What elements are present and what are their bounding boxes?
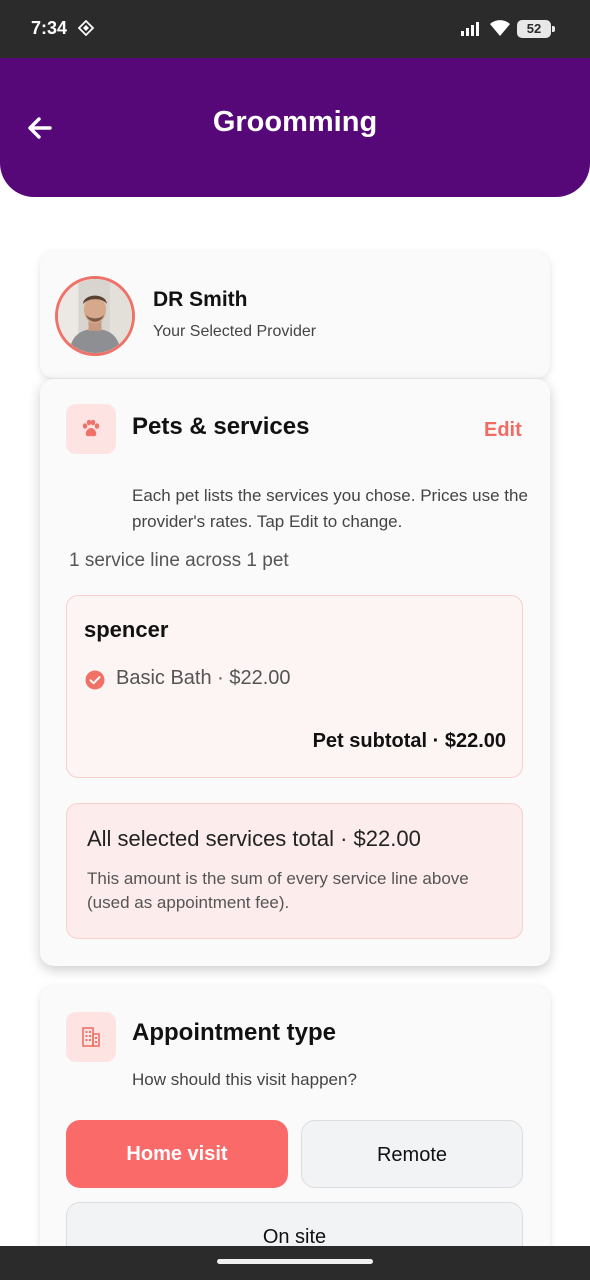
system-nav-bar <box>0 1246 590 1280</box>
page-title: Groomming <box>212 106 378 138</box>
pets-services-title: Pets & services <box>132 413 310 440</box>
home-visit-button[interactable]: Home visit <box>66 1120 288 1188</box>
appointment-type-subtitle: How should this visit happen? <box>132 1070 357 1089</box>
pet-service-box: spencer Basic Bath · $22.00 Pet subtotal… <box>66 595 523 778</box>
avatar <box>55 276 135 356</box>
appointment-icon-tile <box>66 1012 116 1062</box>
pets-services-card: Pets & services Edit Each pet lists the … <box>40 379 550 966</box>
signal-icon <box>461 22 479 36</box>
wifi-icon <box>490 20 510 36</box>
app-header: Groomming <box>0 58 590 197</box>
building-icon <box>82 1027 100 1047</box>
appointment-type-title: Appointment type <box>132 1019 336 1046</box>
services-total-note: This amount is the sum of every service … <box>87 869 469 912</box>
appointment-type-card: Appointment type How should this visit h… <box>40 986 550 1270</box>
pet-subtotal: Pet subtotal · $22.00 <box>312 730 506 752</box>
provider-name: DR Smith <box>153 288 248 311</box>
provider-subtitle: Your Selected Provider <box>153 323 317 340</box>
service-line: Basic Bath · $22.00 <box>116 667 291 689</box>
services-description: Each pet lists the services you chose. P… <box>132 486 528 531</box>
edit-button[interactable]: Edit <box>484 419 522 442</box>
pet-name: spencer <box>84 617 169 642</box>
battery-icon: 52 <box>517 20 555 38</box>
paw-icon <box>82 419 100 437</box>
status-time: 7:34 <box>31 18 68 38</box>
check-circle-icon <box>85 670 105 690</box>
pets-icon-tile <box>66 404 116 454</box>
remote-button[interactable]: Remote <box>301 1120 523 1188</box>
provider-card[interactable]: DR Smith Your Selected Provider <box>40 252 550 378</box>
services-total: All selected services total · $22.00 <box>87 826 421 851</box>
services-total-box: All selected services total · $22.00 Thi… <box>66 803 523 939</box>
provider-photo <box>58 279 132 353</box>
location-diamond-icon <box>78 20 94 36</box>
status-bar: 7:34 52 <box>0 0 590 58</box>
home-gesture-handle[interactable] <box>217 1259 373 1264</box>
service-count: 1 service line across 1 pet <box>69 550 289 571</box>
